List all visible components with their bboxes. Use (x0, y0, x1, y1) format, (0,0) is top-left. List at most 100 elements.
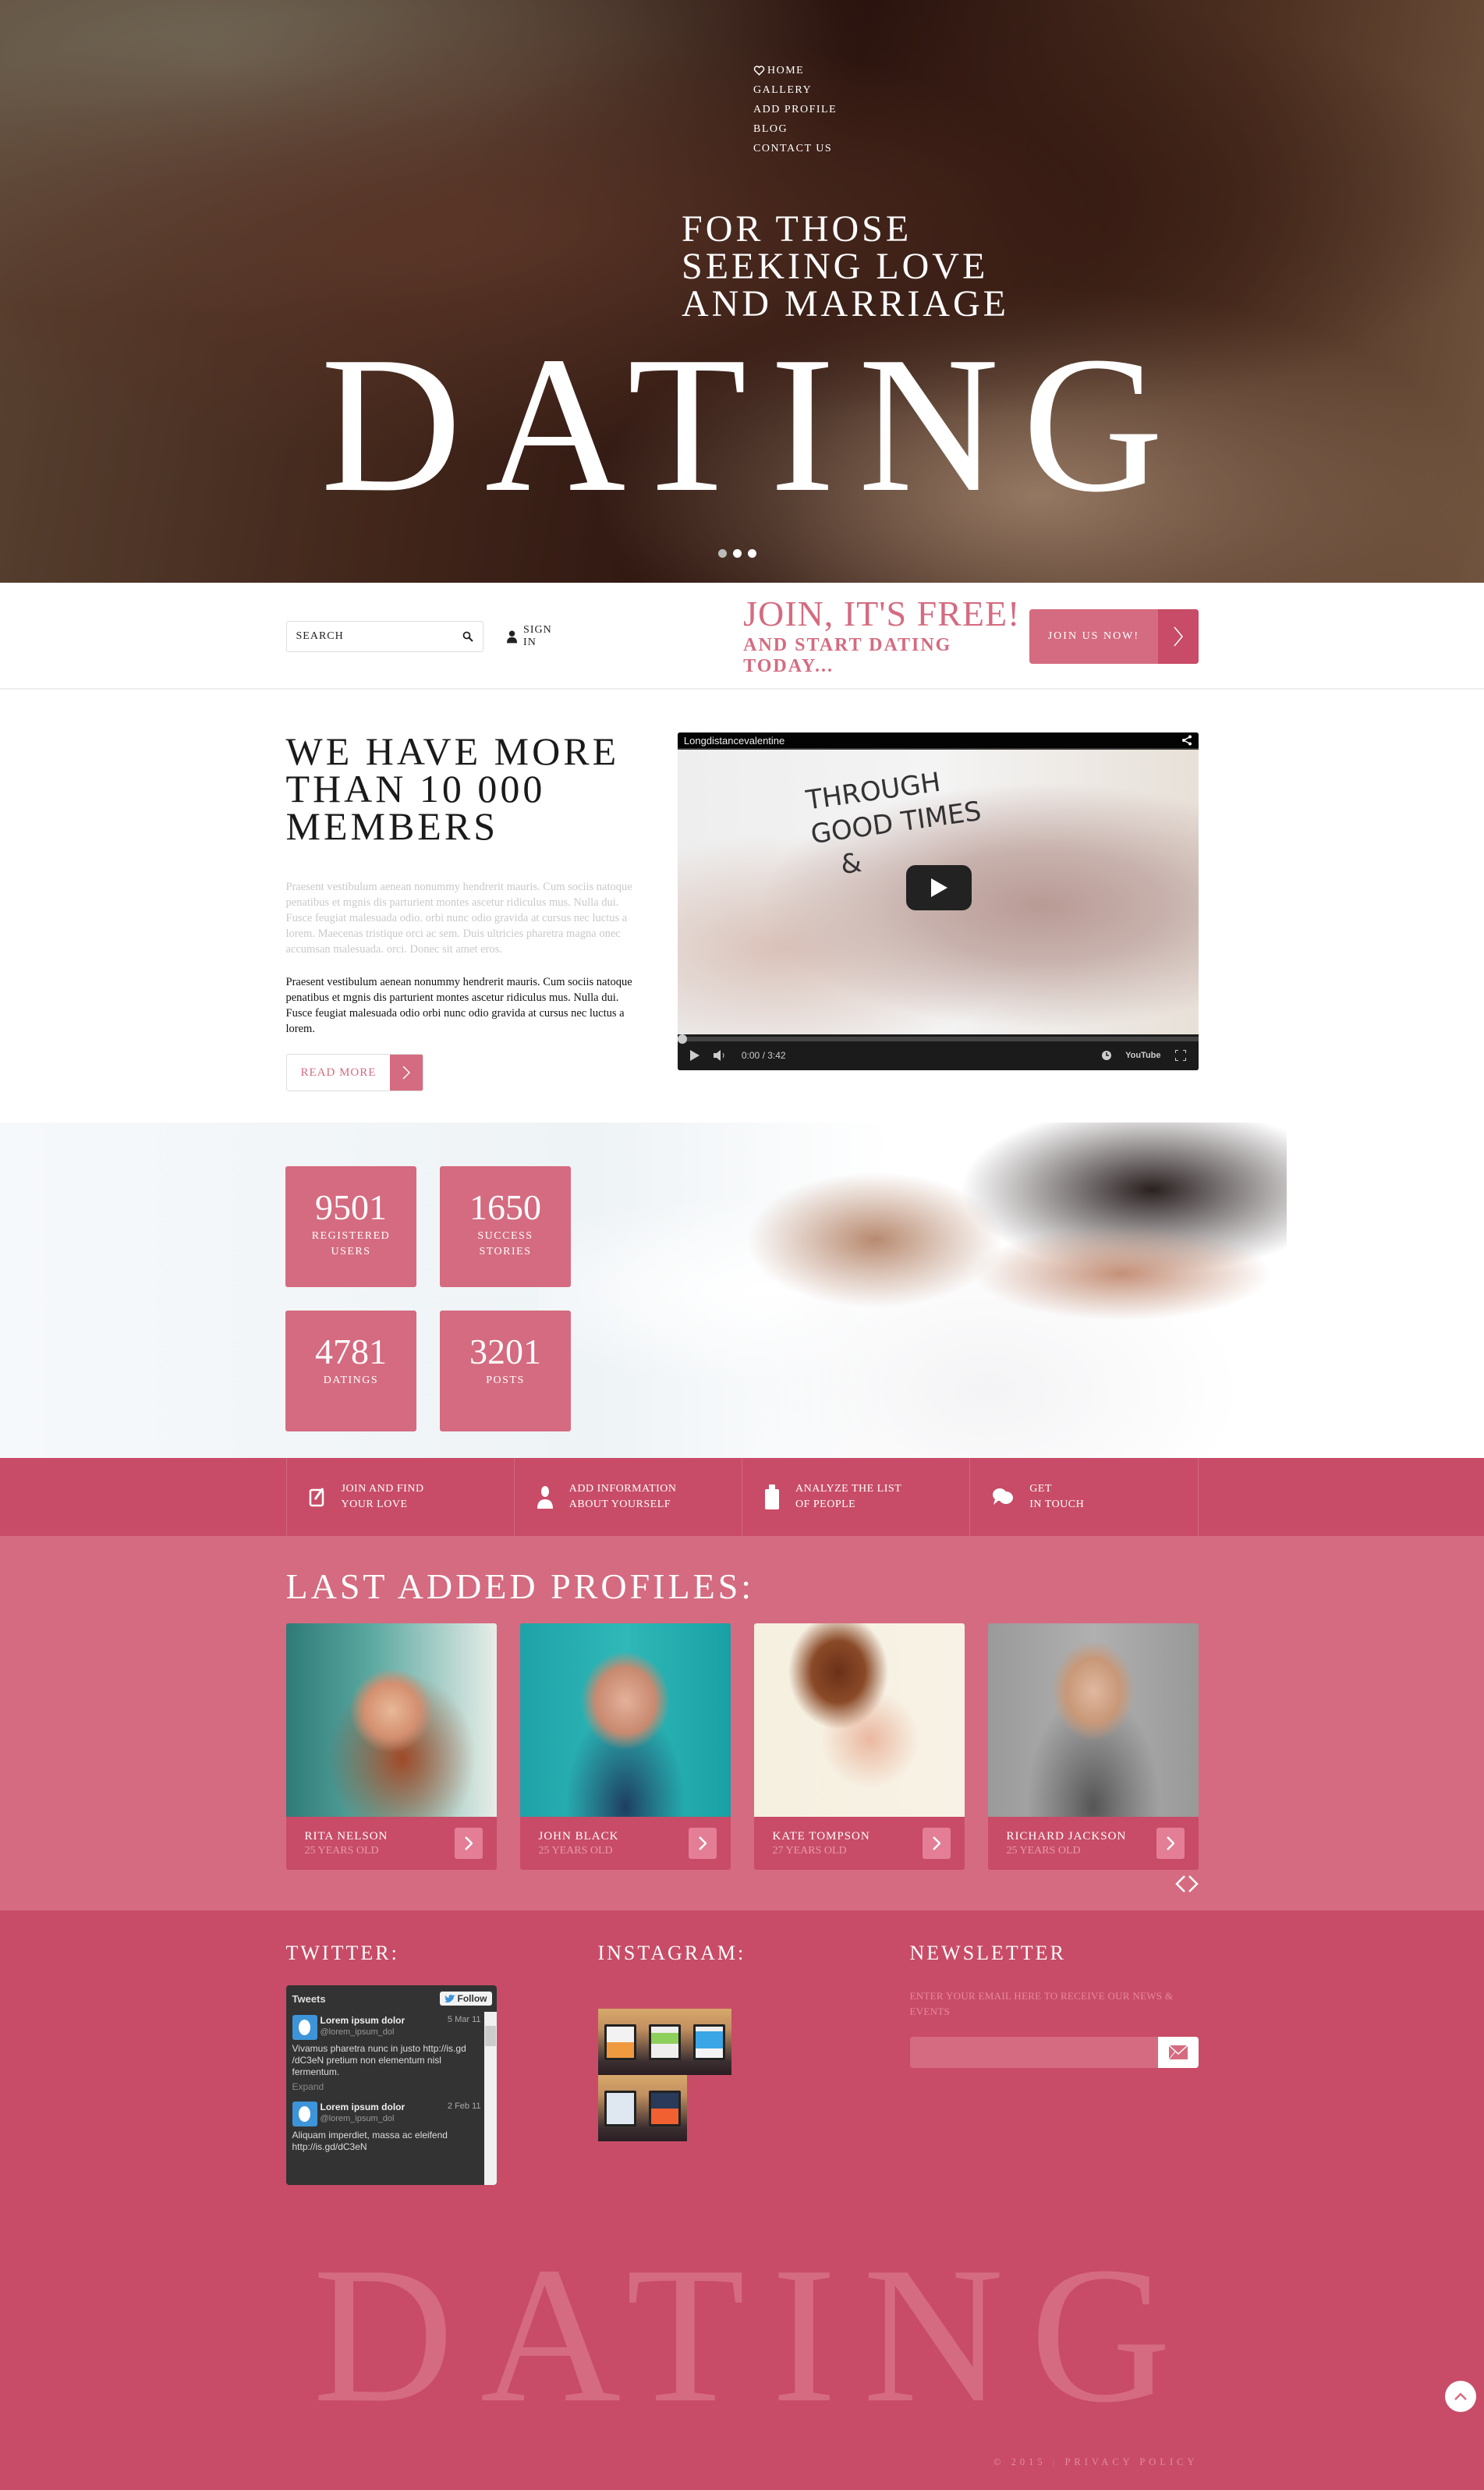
nav-item-home[interactable]: HOME (753, 61, 837, 80)
search-input[interactable]: SEARCH (285, 620, 483, 652)
stat-label: SUCCESS STORIES (477, 1230, 533, 1257)
instagram-photo[interactable] (597, 2075, 643, 2141)
instagram-photo[interactable] (686, 2009, 731, 2075)
twitter-bird-icon (444, 1994, 455, 2002)
tagline-line: SEEKING LOVE (682, 246, 989, 287)
hero-tagline: FOR THOSE SEEKING LOVE AND MARRIAGE (682, 211, 1009, 323)
user-icon (537, 1486, 553, 1509)
feature-add-info[interactable]: ADD INFORMATION ABOUT YOURSELF (513, 1458, 742, 1536)
tweet-handle[interactable]: @lorem_ipsum_dol (321, 2027, 395, 2037)
feature-analyze[interactable]: ANALYZE THE LIST OF PEOPLE (742, 1458, 969, 1536)
feature-get-in-touch[interactable]: GET IN TOUCH (969, 1458, 1199, 1536)
about-heading: WE HAVE MORE THAN 10 000 MEMBERS (285, 729, 620, 848)
newsletter-submit-button[interactable] (1157, 2037, 1199, 2068)
twitter-scrollbar[interactable] (483, 2012, 497, 2185)
instagram-photo[interactable] (597, 2009, 643, 2075)
share-icon[interactable] (1181, 735, 1192, 746)
couple-photo (538, 1123, 1287, 1458)
instagram-photo[interactable] (642, 2075, 687, 2141)
profile-photo (285, 1623, 497, 1817)
video-title[interactable]: Longdistancevalentine (684, 735, 785, 747)
tweet-author[interactable]: Lorem ipsum dolor (321, 2015, 444, 2026)
stats-section: 9501 REGISTERED USERS 1650 SUCCESS STORIES… (0, 1123, 1484, 1458)
newsletter-email-input[interactable] (909, 2037, 1158, 2068)
feature-join[interactable]: JOIN AND FIND YOUR LOVE (285, 1458, 514, 1536)
avatar[interactable] (292, 2102, 317, 2126)
profile-name: KATE TOMPSON (772, 1829, 870, 1843)
about-text-muted: Praesent vestibulum aenean nonummy hendr… (285, 881, 632, 956)
watch-later-icon[interactable] (1102, 1051, 1112, 1060)
twitter-heading: TWITTER: (285, 1942, 399, 1964)
profile-open-button[interactable] (688, 1828, 717, 1859)
action-bar: SEARCH SIGN IN JOIN, IT'S FREE! AND STAR… (0, 583, 1484, 690)
tweet-expand-link[interactable]: Expand (292, 2081, 481, 2092)
search-icon[interactable] (462, 631, 473, 642)
scrollbar-thumb[interactable] (484, 2026, 496, 2046)
instagram-grid (597, 2009, 731, 2141)
join-subtitle: AND START DATING TODAY... (743, 634, 952, 676)
nav-item-blog[interactable]: BLOG (753, 119, 837, 139)
chevron-left-icon[interactable] (1174, 1875, 1186, 1893)
tweet: Lorem ipsum dolor @lorem_ipsum_dol 5 Mar … (292, 2015, 481, 2092)
tweets-title: Tweets (292, 1992, 326, 2005)
sign-in-link[interactable]: SIGN IN (506, 624, 565, 649)
video-player[interactable]: THROUGH GOOD TIMES & Longdistancevalentin… (677, 732, 1199, 1070)
follow-button[interactable]: Follow (439, 1992, 492, 2006)
newsletter-description: ENTER YOUR EMAIL HERE TO RECEIVE OUR NEW… (909, 1990, 1174, 2017)
back-to-top-button[interactable] (1445, 2381, 1476, 2412)
newsletter-form (909, 2037, 1199, 2068)
nav-label: BLOG (753, 123, 788, 135)
slider-dot[interactable] (718, 549, 727, 558)
hero-title: DATING (321, 317, 1187, 533)
slider-dot[interactable] (733, 549, 742, 558)
avatar[interactable] (292, 2015, 317, 2040)
profile-open-button[interactable] (1156, 1828, 1185, 1859)
youtube-logo[interactable]: YouTube (1125, 1051, 1160, 1060)
profile-card[interactable]: KATE TOMPSON 27 YEARS OLD (753, 1623, 965, 1870)
stat-datings: 4781 DATINGS (285, 1311, 416, 1431)
profile-card[interactable]: RICHARD JACKSON 25 YEARS OLD (987, 1623, 1199, 1870)
fullscreen-icon[interactable] (1174, 1050, 1186, 1061)
join-button-label: JOIN US NOW! (1047, 630, 1140, 642)
profile-open-button[interactable] (922, 1828, 951, 1859)
copyright: © 2015 | PRIVACY POLICY (993, 2456, 1199, 2467)
join-us-button[interactable]: JOIN US NOW! (1029, 608, 1199, 664)
instagram-photo[interactable] (642, 2009, 687, 2075)
video-play-button[interactable] (905, 865, 972, 910)
main-nav: HOME GALLERY ADD PROFILE BLOG CONTACT US (753, 61, 837, 158)
play-icon[interactable] (689, 1050, 699, 1061)
tweet-date[interactable]: 5 Mar 11 (448, 2015, 481, 2040)
feature-label: JOIN AND FIND YOUR LOVE (341, 1483, 424, 1510)
tweet-author[interactable]: Lorem ipsum dolor (321, 2102, 444, 2112)
tweet-text: Vivamus pharetra nunc in justo http://is… (292, 2043, 466, 2077)
nav-item-add-profile[interactable]: ADD PROFILE (753, 100, 837, 119)
join-title: JOIN, IT'S FREE! (743, 593, 1021, 633)
slider-dot[interactable] (748, 549, 756, 558)
play-icon (930, 878, 947, 897)
profile-card[interactable]: JOHN BLACK 25 YEARS OLD (519, 1623, 731, 1870)
video-title-bar: Longdistancevalentine (677, 732, 1199, 750)
video-controls: 0:00 / 3:42 YouTube (677, 1034, 1199, 1070)
nav-item-gallery[interactable]: GALLERY (753, 80, 837, 100)
instagram-heading: INSTAGRAM: (597, 1942, 746, 1964)
profile-age: 25 YEARS OLD (538, 1844, 613, 1857)
chevron-right-icon (390, 1055, 423, 1091)
chat-icon (993, 1488, 1014, 1505)
privacy-policy-link[interactable]: PRIVACY POLICY (1064, 2456, 1198, 2467)
newsletter-heading: NEWSLETTER (909, 1942, 1066, 1964)
stat-registered-users: 9501 REGISTERED USERS (285, 1166, 416, 1287)
video-progress-bar[interactable] (677, 1034, 1199, 1044)
nav-label: ADD PROFILE (753, 104, 838, 115)
stat-label: DATINGS (323, 1374, 379, 1386)
nav-item-contact[interactable]: CONTACT US (753, 139, 837, 158)
chevron-right-icon[interactable] (1188, 1875, 1199, 1893)
profile-open-button[interactable] (454, 1828, 483, 1859)
carousel-pager (286, 1875, 1199, 1893)
volume-icon[interactable] (713, 1050, 728, 1061)
profile-card[interactable]: RITA NELSON 25 YEARS OLD (285, 1623, 497, 1870)
tweet-date[interactable]: 2 Feb 11 (448, 2102, 481, 2126)
heart-icon (753, 66, 765, 76)
tweet-handle[interactable]: @lorem_ipsum_dol (321, 2114, 395, 2123)
read-more-button[interactable]: READ MORE (285, 1054, 424, 1091)
nav-label: HOME (767, 65, 805, 76)
